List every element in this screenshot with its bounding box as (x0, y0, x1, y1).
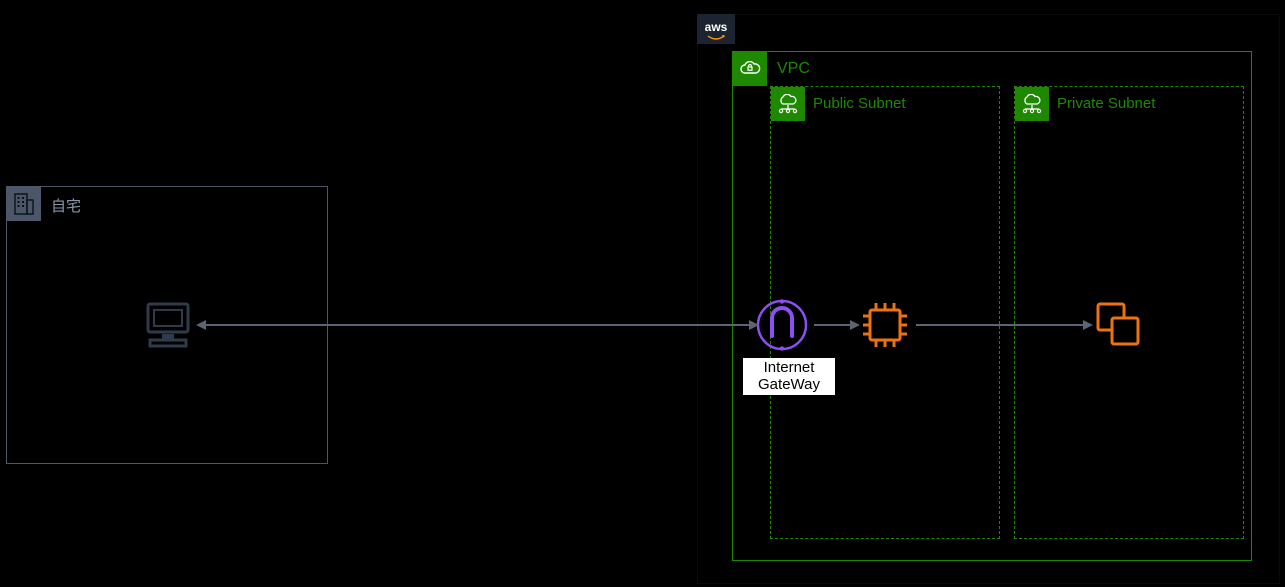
aws-logo-icon: aws (697, 14, 735, 44)
connector-igw-ec2 (814, 324, 854, 326)
arrowhead-right-icon (749, 320, 759, 330)
igw-label-line1: Internet (764, 359, 815, 376)
private-subnet-icon (1015, 87, 1049, 121)
arrowhead-right-icon (1083, 320, 1093, 330)
connector-ec2-instances (916, 324, 1086, 326)
arrowhead-left-icon (196, 320, 206, 330)
private-subnet-label: Private Subnet (1057, 95, 1155, 112)
vpc-cloud-icon (733, 52, 767, 86)
pc-icon (142, 300, 194, 350)
arrowhead-right-icon (850, 320, 860, 330)
aws-logo-text: aws (705, 21, 728, 33)
igw-label-line2: GateWay (758, 376, 820, 393)
connector-pc-igw (204, 324, 756, 326)
diagram-canvas: 自宅 aws VPC (0, 0, 1285, 587)
vpc-label: VPC (777, 60, 810, 78)
public-subnet-icon (771, 87, 805, 121)
home-label: 自宅 (51, 195, 81, 216)
internet-gateway-icon (755, 298, 809, 352)
internet-gateway-label: Internet GateWay (743, 358, 835, 395)
public-subnet-label: Public Subnet (813, 95, 906, 112)
building-icon (7, 187, 41, 221)
instances-icon (1094, 300, 1144, 350)
ec2-icon (860, 300, 910, 350)
